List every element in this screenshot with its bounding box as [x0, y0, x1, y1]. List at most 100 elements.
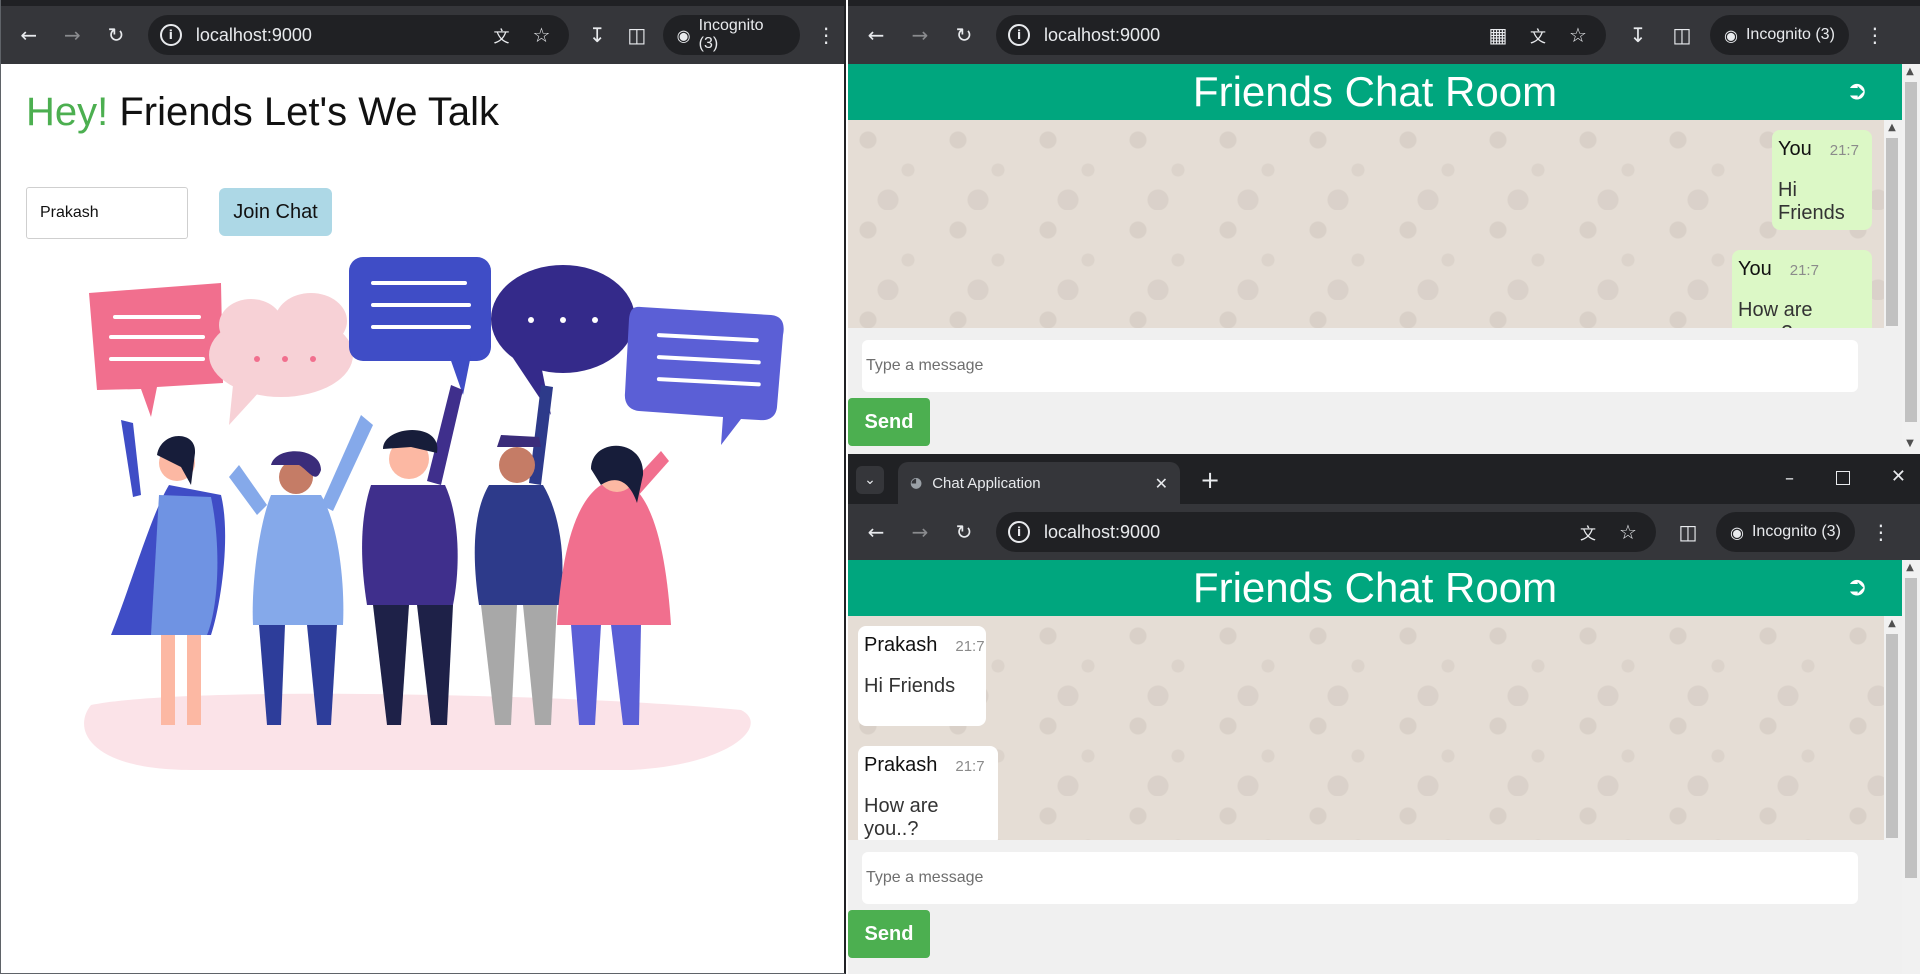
tab-strip: ⌄ ◕ Chat Application ✕ + – ✕	[848, 456, 1920, 504]
message-sender: Prakash	[864, 634, 938, 656]
site-info-icon[interactable]: i	[1008, 521, 1030, 543]
send-button[interactable]: Send	[848, 910, 930, 958]
close-window-icon[interactable]: ✕	[1891, 466, 1906, 487]
translate-icon[interactable]: 文	[1518, 17, 1558, 53]
incognito-label: Incognito (3)	[1745, 26, 1835, 43]
bubble-navy-icon	[491, 265, 635, 415]
logout-icon[interactable]: ➲	[1846, 572, 1878, 604]
new-tab-icon[interactable]: +	[1200, 466, 1220, 494]
incognito-label: Incognito (3)	[698, 17, 764, 52]
scroll-thumb[interactable]	[1886, 138, 1898, 326]
top-right-browser-window: ← → ↻ i localhost:9000 ▦ 文 ☆ ↧ ◫ ◉ Incog…	[848, 0, 1920, 456]
message-text: How are you..?	[1738, 299, 1813, 328]
star-icon[interactable]: ☆	[1608, 514, 1648, 550]
url-text: localhost:9000	[1044, 24, 1161, 45]
person-1-icon	[111, 420, 226, 725]
site-info-icon[interactable]: i	[1008, 24, 1030, 46]
forward-icon[interactable]: →	[55, 17, 91, 53]
download-icon[interactable]: ↧	[579, 17, 615, 53]
side-panel-icon[interactable]: ◫	[619, 17, 655, 53]
close-tab-icon[interactable]: ✕	[1155, 474, 1168, 493]
message-input[interactable]	[862, 340, 1858, 392]
star-icon[interactable]: ☆	[521, 17, 561, 53]
forward-icon[interactable]: →	[902, 17, 938, 53]
message-bubble: You 21:7 How are you..?	[1732, 250, 1872, 328]
chat-room-page: Friends Chat Room ➲ You 21:7 Hi Friends …	[848, 64, 1920, 454]
message-text: Hi Friends	[1778, 179, 1845, 224]
message-text: How are you..?	[864, 795, 939, 840]
tab-chat-application[interactable]: ◕ Chat Application ✕	[898, 462, 1180, 504]
bubble-pink-icon	[89, 283, 223, 417]
message-sender: Prakash	[864, 754, 938, 776]
scroll-up-icon[interactable]: ▲	[1884, 618, 1900, 632]
message-time: 21:7	[955, 758, 985, 775]
ground-shape	[84, 693, 751, 770]
back-icon[interactable]: ←	[858, 514, 894, 550]
url-text: localhost:9000	[1044, 521, 1161, 542]
person-4-icon	[474, 385, 563, 725]
message-list-scrollbar[interactable]: ▲	[1884, 120, 1900, 328]
browser-toolbar: ← → ↻ i localhost:9000 ▦ 文 ☆ ↧ ◫ ◉ Incog…	[848, 6, 1920, 64]
message-text: Hi Friends	[864, 675, 956, 697]
composer: Send	[848, 328, 1902, 454]
address-bar[interactable]: i localhost:9000 ▦ 文 ☆	[996, 15, 1606, 55]
heading-accent: Hey!	[26, 90, 109, 134]
reload-icon[interactable]: ↻	[98, 17, 134, 53]
message-bubble: You 21:7 Hi Friends	[1772, 130, 1872, 230]
scroll-thumb[interactable]	[1905, 578, 1917, 878]
back-icon[interactable]: ←	[11, 17, 47, 53]
translate-icon[interactable]: 文	[481, 17, 521, 53]
minimize-icon[interactable]: –	[1785, 468, 1794, 489]
reload-icon[interactable]: ↻	[946, 514, 982, 550]
back-icon[interactable]: ←	[858, 17, 894, 53]
page-scrollbar[interactable]: ▲ ▼	[1902, 64, 1920, 454]
bottom-right-browser-window: ⌄ ◕ Chat Application ✕ + – ✕ ← → ↻ i loc…	[848, 456, 1920, 974]
scroll-down-icon[interactable]: ▼	[1902, 438, 1918, 452]
scroll-thumb[interactable]	[1905, 82, 1917, 422]
address-bar[interactable]: i localhost:9000 文 ☆	[147, 15, 570, 55]
incognito-icon: ◉	[1724, 25, 1738, 45]
chat-room-page: Friends Chat Room ➲ Prakash 21:7 Hi Frie…	[848, 560, 1920, 974]
star-icon[interactable]: ☆	[1558, 17, 1598, 53]
bubble-cloud-icon	[209, 293, 353, 425]
side-panel-icon[interactable]: ◫	[1664, 17, 1700, 53]
side-panel-icon[interactable]: ◫	[1670, 514, 1706, 550]
send-button[interactable]: Send	[848, 398, 930, 446]
page-scrollbar[interactable]: ▲	[1902, 560, 1920, 974]
qr-code-icon[interactable]: ▦	[1478, 17, 1518, 53]
tab-title: Chat Application	[932, 474, 1041, 492]
url-text: localhost:9000	[195, 24, 312, 45]
site-info-icon[interactable]: i	[159, 24, 182, 46]
scroll-up-icon[interactable]: ▲	[1902, 66, 1918, 80]
address-bar[interactable]: i localhost:9000 文 ☆	[996, 512, 1656, 552]
incognito-badge[interactable]: ◉ Incognito (3)	[1710, 15, 1849, 55]
scroll-up-icon[interactable]: ▲	[1884, 122, 1900, 136]
globe-icon: ◕	[910, 475, 923, 491]
person-2-icon	[229, 415, 373, 725]
tab-search-button[interactable]: ⌄	[856, 466, 884, 494]
kebab-menu-icon[interactable]: ⋮	[1857, 17, 1893, 53]
message-input[interactable]	[862, 852, 1858, 904]
scroll-thumb[interactable]	[1886, 634, 1898, 838]
room-title: Friends Chat Room	[1192, 564, 1558, 611]
person-5-icon	[557, 445, 671, 725]
message-bubble: Prakash 21:7 Hi Friends	[858, 626, 986, 726]
translate-icon[interactable]: 文	[1568, 514, 1608, 550]
composer: Send	[848, 840, 1902, 974]
logout-icon[interactable]: ➲	[1846, 76, 1878, 108]
message-time: 21:7	[1829, 142, 1859, 159]
landing-page: Hey! Friends Let's We Talk Join Chat	[1, 64, 844, 973]
message-sender: You	[1778, 138, 1812, 160]
incognito-badge[interactable]: ◉ Incognito (3)	[1716, 512, 1855, 552]
download-icon[interactable]: ↧	[1620, 17, 1656, 53]
incognito-badge[interactable]: ◉ Incognito (3)	[662, 15, 801, 55]
scroll-up-icon[interactable]: ▲	[1902, 562, 1918, 576]
person-3-icon	[362, 385, 463, 725]
message-time: 21:7	[955, 638, 985, 655]
maximize-icon[interactable]	[1836, 471, 1850, 485]
kebab-menu-icon[interactable]: ⋮	[808, 17, 844, 53]
message-list-scrollbar[interactable]: ▲	[1884, 616, 1900, 840]
kebab-menu-icon[interactable]: ⋮	[1863, 514, 1899, 550]
reload-icon[interactable]: ↻	[946, 17, 982, 53]
forward-icon[interactable]: →	[902, 514, 938, 550]
